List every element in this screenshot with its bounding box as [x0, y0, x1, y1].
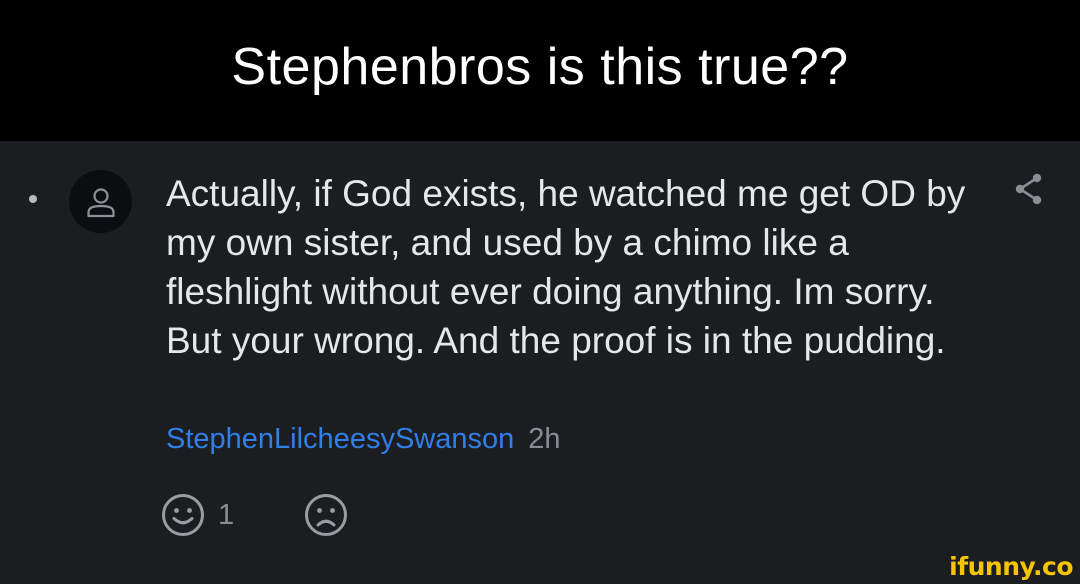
meme-page: Stephenbros is this true?? Actually, if … [0, 0, 1080, 584]
share-button[interactable] [1010, 171, 1046, 207]
user-icon [86, 187, 115, 217]
comment-meta: StephenLilcheesySwanson 2h [166, 419, 561, 459]
comment-panel: Actually, if God exists, he watched me g… [0, 141, 1080, 584]
thread-bullet [29, 195, 37, 203]
caption-title: Stephenbros is this true?? [231, 37, 849, 96]
comment-body: Actually, if God exists, he watched me g… [166, 173, 966, 361]
smile-reaction-count: 1 [218, 498, 235, 531]
caption-header: Stephenbros is this true?? [0, 0, 1080, 141]
smile-face-icon [162, 494, 204, 536]
ifunny-watermark: ifunny.co [949, 552, 1073, 581]
sad-reaction-button[interactable] [303, 492, 349, 538]
comment-timestamp: 2h [528, 423, 561, 455]
avatar[interactable] [69, 170, 132, 233]
sad-face-icon [305, 494, 347, 536]
comment-username[interactable]: StephenLilcheesySwanson [166, 423, 514, 455]
share-icon [1015, 173, 1042, 205]
smile-reaction-button[interactable]: 1 [160, 492, 234, 538]
